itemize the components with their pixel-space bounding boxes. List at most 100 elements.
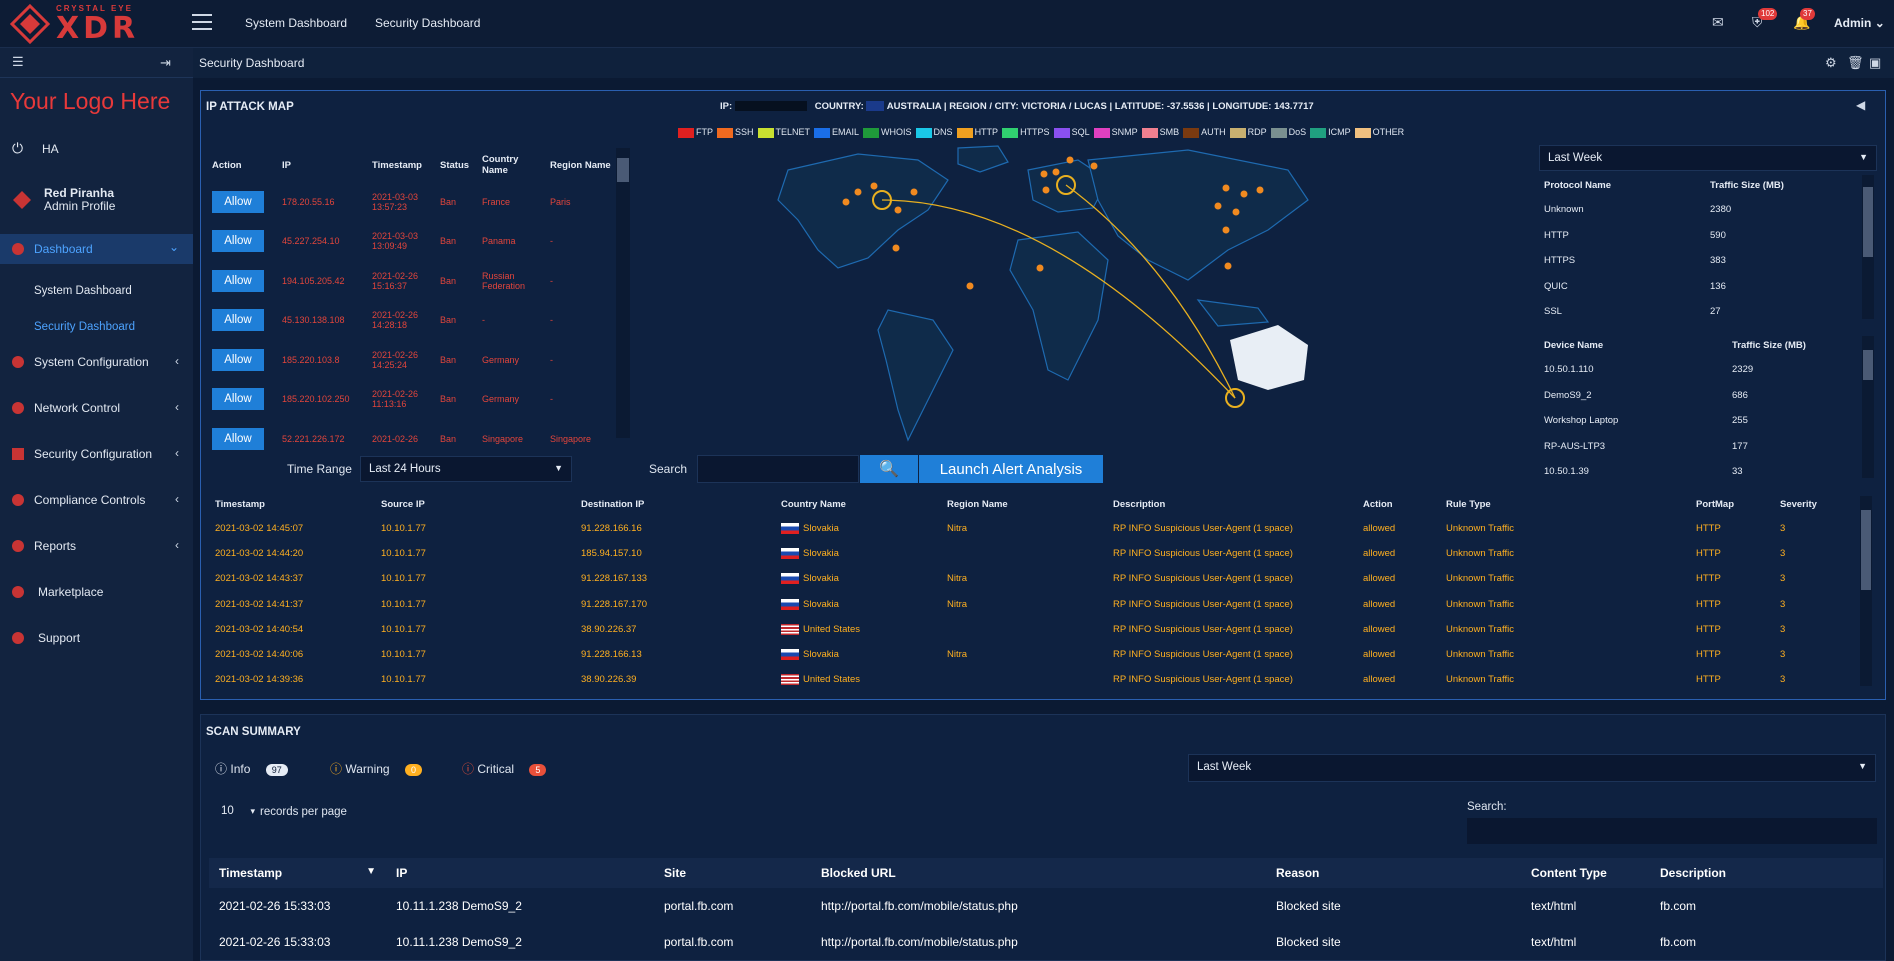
event-country-cell: United States [775,617,941,642]
collapse-panel-icon[interactable]: ◀ [1856,98,1865,112]
attack-pin [1036,264,1044,272]
menu-toggle-button[interactable] [192,14,212,30]
col-timestamp-label: Timestamp [219,866,283,880]
event-row[interactable]: 2021-03-02 14:39:36 10.10.1.77 38.90.226.3… [209,667,1860,692]
records-per-page-label: records per page [260,806,347,818]
info-count: 97 [265,764,288,776]
admin-menu[interactable]: Admin ⌄ [1834,16,1885,30]
sidebar-item-support[interactable]: Support [0,629,193,649]
scan-search-input[interactable] [1467,818,1877,844]
scan-info-filter[interactable]: ⓘ Info 97 [215,760,288,777]
mail-icon[interactable]: ✉ [1712,14,1724,31]
event-row[interactable]: 2021-03-02 14:40:06 10.10.1.77 91.228.166.… [209,642,1860,667]
time-range-value: Last 24 Hours [369,463,441,475]
events-table-scrollbar[interactable] [1860,496,1872,686]
scrollbar-thumb[interactable] [1861,510,1871,590]
scrollbar-thumb[interactable] [1863,350,1873,380]
scan-warning-filter[interactable]: ⓘ Warning 0 [330,760,422,777]
event-country-cell: Slovakia [775,592,941,617]
caret-down-icon: ▼ [1858,761,1867,771]
legend-label: ICMP [1328,127,1351,137]
chevron-down-icon: ⌄ [1874,16,1885,30]
dashboard-icon [12,243,24,255]
search-button[interactable]: 🔍 [860,455,918,483]
protocol-table-scrollbar[interactable] [1862,175,1874,319]
save-icon[interactable]: ▣ [1869,55,1881,71]
attack-table-scrollbar[interactable] [616,148,630,438]
scrollbar-thumb[interactable] [1863,187,1873,257]
settings-icon[interactable]: ⚙ [1825,55,1837,71]
event-portmap: HTTP [1696,573,1721,585]
event-timestamp: 2021-03-02 14:44:20 [215,548,304,560]
attack-pin [842,198,850,206]
sidebar-item-system-configuration[interactable]: System Configuration ‹ [0,353,193,373]
sidebar-item-ha[interactable]: ⏻ HA [0,140,193,166]
col-ip[interactable]: IP [386,858,654,888]
allow-button[interactable]: Allow [212,309,264,332]
world-attack-map[interactable] [748,140,1348,460]
sidebar: ☰ ⇥ Your Logo Here ⏻ HA Red Piranha Admi… [0,48,193,961]
sidebar-item-marketplace[interactable]: Marketplace [0,583,193,603]
logout-icon[interactable]: ⇥ [160,55,171,71]
time-range-select[interactable]: Last 24 Hours ▼ [360,456,572,482]
launch-alert-analysis-button[interactable]: Launch Alert Analysis [919,455,1103,483]
event-description: RP INFO Suspicious User-Agent (1 space) [1113,573,1293,585]
sidebar-item-compliance-controls[interactable]: Compliance Controls ‹ [0,491,193,511]
allow-button[interactable]: Allow [212,269,264,292]
col-traffic-size: Traffic Size (MB) [1732,339,1806,351]
allow-button[interactable]: Allow [212,388,264,411]
allow-button[interactable]: Allow [212,230,264,253]
traffic-period-select[interactable]: Last Week ▼ [1539,145,1877,171]
attack-table: Action IP Timestamp Status Country Name … [208,148,618,459]
sidebar-item-reports[interactable]: Reports ‹ [0,537,193,557]
event-destination-ip: 91.228.166.13 [581,649,642,661]
sidebar-item-dashboard[interactable]: Dashboard ⌄ [0,234,193,264]
nav-security-dashboard[interactable]: Security Dashboard [375,16,480,30]
search-input[interactable] [697,455,859,483]
sidebar-sub-system-dashboard[interactable]: System Dashboard [34,285,132,297]
sidebar-item-security-configuration[interactable]: Security Configuration ‹ [0,445,193,465]
col-reason[interactable]: Reason [1266,858,1521,888]
col-timestamp[interactable]: Timestamp ▼ [209,858,386,888]
allow-button[interactable]: Allow [212,348,264,371]
allow-button[interactable]: Allow [212,427,264,450]
col-site[interactable]: Site [654,858,811,888]
event-row[interactable]: 2021-03-02 14:45:07 10.10.1.77 91.228.166.… [209,516,1860,541]
attack-ip: 185.220.102.250 [282,394,350,405]
slovakia-flag-icon [781,598,799,610]
scrollbar-thumb[interactable] [617,158,629,182]
legend-label: HTTPS [1020,127,1050,137]
user-profile[interactable]: Red Piranha Admin Profile [0,186,193,222]
scan-row[interactable]: 2021-02-26 15:33:03 10.11.1.238 DemoS9_2 p… [209,888,1883,924]
attack-action-cell: Allow [208,380,278,420]
event-row[interactable]: 2021-03-02 14:40:54 10.10.1.77 38.90.226.3… [209,617,1860,642]
col-timestamp: Timestamp [372,159,422,171]
event-row[interactable]: 2021-03-02 14:44:20 10.10.1.77 185.94.157.… [209,541,1860,566]
col-content-type[interactable]: Content Type [1521,858,1650,888]
col-description[interactable]: Description [1650,858,1883,888]
sidebar-sub-security-dashboard[interactable]: Security Dashboard [34,321,135,333]
attack-pin [1052,168,1060,176]
scan-period-select[interactable]: Last Week ▼ [1188,754,1876,782]
protocol-traffic: 590 [1710,229,1726,241]
device-table-header: Device Name Traffic Size (MB) [1540,333,1862,357]
list-menu-icon[interactable]: ☰ [12,54,24,70]
allow-button[interactable]: Allow [212,190,264,213]
nav-system-dashboard[interactable]: System Dashboard [245,16,347,30]
sidebar-item-network-control[interactable]: Network Control ‹ [0,399,193,419]
trash-icon[interactable]: 🗑 [1847,55,1864,71]
event-country: Slovakia [803,649,839,661]
event-rule-type: Unknown Traffic [1446,598,1514,610]
records-per-page-select[interactable]: 10 ▾ [213,800,257,824]
scan-row[interactable]: 2021-02-26 15:33:03 10.11.1.238 DemoS9_2 p… [209,924,1883,960]
device-table-scrollbar[interactable] [1862,336,1874,478]
scan-critical-filter[interactable]: ⓘ Critical 5 [462,760,547,777]
scan-content-type: text/html [1531,899,1577,913]
event-row[interactable]: 2021-03-02 14:41:37 10.10.1.77 91.228.167.… [209,592,1860,617]
legend-item: RDP [1229,127,1269,138]
attack-ip: 52.221.226.172 [282,433,345,444]
col-blocked-url[interactable]: Blocked URL [811,858,1266,888]
event-row[interactable]: 2021-03-02 14:43:37 10.10.1.77 91.228.167.… [209,566,1860,591]
attack-region: - [550,354,553,365]
slovakia-flag-icon [781,573,799,585]
